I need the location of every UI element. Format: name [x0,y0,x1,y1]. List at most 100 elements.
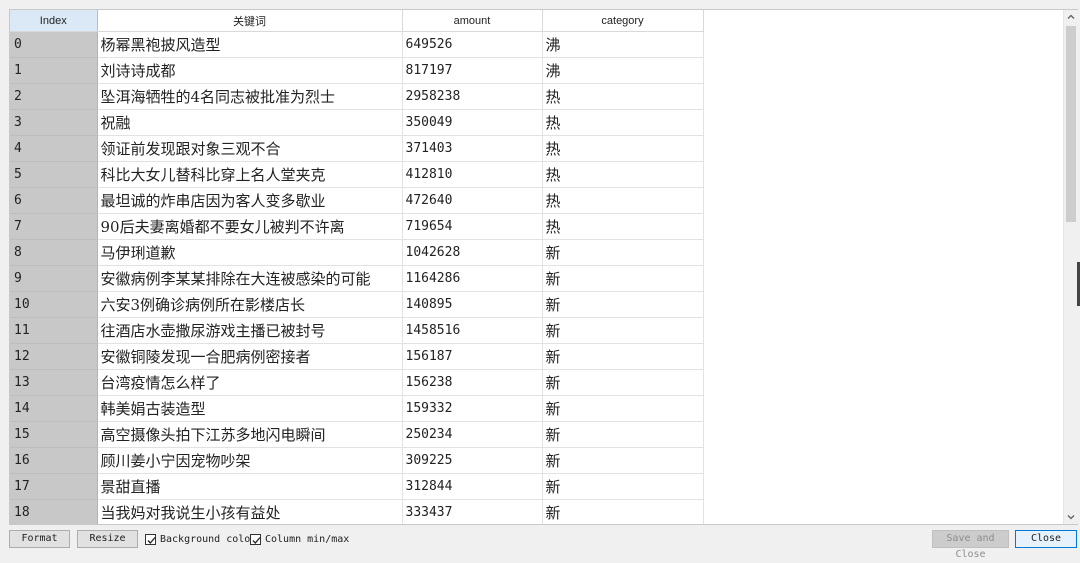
column-header-amount[interactable]: amount [402,10,543,32]
amount-cell[interactable]: 1458516 [402,317,543,344]
row-index-cell[interactable]: 0 [10,31,98,58]
resize-button[interactable]: Resize [77,530,138,548]
column-header-keyword[interactable]: 关键词 [97,10,403,32]
table-row[interactable]: 0 杨幂黑袍披风造型 649526 沸 [10,31,704,58]
keyword-cell[interactable]: 最坦诚的炸串店因为客人变多歇业 [97,187,403,214]
category-cell[interactable]: 热 [542,109,704,136]
table-row[interactable]: 8 马伊琍道歉 1042628 新 [10,239,704,266]
table-row[interactable]: 16 顾川姜小宁因宠物吵架 309225 新 [10,447,704,474]
category-cell[interactable]: 沸 [542,57,704,84]
keyword-cell[interactable]: 当我妈对我说生小孩有益处 [97,499,403,524]
amount-cell[interactable]: 2958238 [402,83,543,110]
table-row[interactable]: 15 高空摄像头拍下江苏多地闪电瞬间 250234 新 [10,421,704,448]
keyword-cell[interactable]: 领证前发现跟对象三观不合 [97,135,403,162]
table-row[interactable]: 3 祝融 350049 热 [10,109,704,136]
column-header-category[interactable]: category [542,10,704,32]
amount-cell[interactable]: 1164286 [402,265,543,292]
table-row[interactable]: 11 往酒店水壶撒尿游戏主播已被封号 1458516 新 [10,317,704,344]
amount-cell[interactable]: 156238 [402,369,543,396]
table-row[interactable]: 10 六安3例确诊病例所在影楼店长 140895 新 [10,291,704,318]
row-index-cell[interactable]: 7 [10,213,98,240]
keyword-cell[interactable]: 景甜直播 [97,473,403,500]
table-row[interactable]: 4 领证前发现跟对象三观不合 371403 热 [10,135,704,162]
category-cell[interactable]: 新 [542,369,704,396]
row-index-cell[interactable]: 17 [10,473,98,500]
row-index-cell[interactable]: 18 [10,499,98,524]
category-cell[interactable]: 热 [542,187,704,214]
table-row[interactable]: 9 安徽病例李某某排除在大连被感染的可能 1164286 新 [10,265,704,292]
row-index-cell[interactable]: 1 [10,57,98,84]
keyword-cell[interactable]: 马伊琍道歉 [97,239,403,266]
table-row[interactable]: 14 韩美娟古装造型 159332 新 [10,395,704,422]
row-index-cell[interactable]: 4 [10,135,98,162]
table-row[interactable]: 18 当我妈对我说生小孩有益处 333437 新 [10,499,704,524]
keyword-cell[interactable]: 科比大女儿替科比穿上名人堂夹克 [97,161,403,188]
table-row[interactable]: 1 刘诗诗成都 817197 沸 [10,57,704,84]
row-index-cell[interactable]: 15 [10,421,98,448]
table-row[interactable]: 12 安徽铜陵发现一合肥病例密接者 156187 新 [10,343,704,370]
dataframe-grid[interactable]: Index 关键词 amount category 0 杨幂黑袍披风造型 64952… [9,9,1078,525]
background-color-checkbox-group[interactable]: Background color [145,533,256,546]
keyword-cell[interactable]: 顾川姜小宁因宠物吵架 [97,447,403,474]
row-index-cell[interactable]: 10 [10,291,98,318]
table-row[interactable]: 5 科比大女儿替科比穿上名人堂夹克 412810 热 [10,161,704,188]
chevron-down-icon[interactable] [1064,510,1078,524]
format-button[interactable]: Format [9,530,70,548]
category-cell[interactable]: 新 [542,239,704,266]
category-cell[interactable]: 热 [542,83,704,110]
keyword-cell[interactable]: 往酒店水壶撒尿游戏主播已被封号 [97,317,403,344]
row-index-cell[interactable]: 8 [10,239,98,266]
amount-cell[interactable]: 350049 [402,109,543,136]
row-index-cell[interactable]: 16 [10,447,98,474]
table-row[interactable]: 2 坠洱海牺牲的4名同志被批准为烈士 2958238 热 [10,83,704,110]
amount-cell[interactable]: 159332 [402,395,543,422]
amount-cell[interactable]: 309225 [402,447,543,474]
row-index-cell[interactable]: 6 [10,187,98,214]
column-minmax-checkbox-group[interactable]: Column min/max [250,533,349,546]
keyword-cell[interactable]: 坠洱海牺牲的4名同志被批准为烈士 [97,83,403,110]
amount-cell[interactable]: 412810 [402,161,543,188]
category-cell[interactable]: 新 [542,291,704,318]
column-header-index[interactable]: Index [10,10,98,32]
category-cell[interactable]: 新 [542,265,704,292]
amount-cell[interactable]: 250234 [402,421,543,448]
category-cell[interactable]: 热 [542,213,704,240]
scrollbar-thumb[interactable] [1066,26,1076,222]
row-index-cell[interactable]: 11 [10,317,98,344]
chevron-up-icon[interactable] [1064,10,1078,24]
keyword-cell[interactable]: 韩美娟古装造型 [97,395,403,422]
row-index-cell[interactable]: 12 [10,343,98,370]
keyword-cell[interactable]: 刘诗诗成都 [97,57,403,84]
vertical-scrollbar[interactable] [1063,10,1078,524]
category-cell[interactable]: 沸 [542,31,704,58]
keyword-cell[interactable]: 祝融 [97,109,403,136]
row-index-cell[interactable]: 9 [10,265,98,292]
keyword-cell[interactable]: 安徽病例李某某排除在大连被感染的可能 [97,265,403,292]
row-index-cell[interactable]: 3 [10,109,98,136]
row-index-cell[interactable]: 5 [10,161,98,188]
keyword-cell[interactable]: 台湾疫情怎么样了 [97,369,403,396]
category-cell[interactable]: 新 [542,343,704,370]
keyword-cell[interactable]: 六安3例确诊病例所在影楼店长 [97,291,403,318]
keyword-cell[interactable]: 高空摄像头拍下江苏多地闪电瞬间 [97,421,403,448]
row-index-cell[interactable]: 14 [10,395,98,422]
category-cell[interactable]: 热 [542,135,704,162]
keyword-cell[interactable]: 杨幂黑袍披风造型 [97,31,403,58]
category-cell[interactable]: 新 [542,317,704,344]
table-row[interactable]: 7 90后夫妻离婚都不要女儿被判不许离 719654 热 [10,213,704,240]
background-color-checkbox[interactable] [145,534,156,545]
category-cell[interactable]: 热 [542,161,704,188]
amount-cell[interactable]: 472640 [402,187,543,214]
row-index-cell[interactable]: 13 [10,369,98,396]
keyword-cell[interactable]: 90后夫妻离婚都不要女儿被判不许离 [97,213,403,240]
category-cell[interactable]: 新 [542,447,704,474]
table-row[interactable]: 17 景甜直播 312844 新 [10,473,704,500]
amount-cell[interactable]: 156187 [402,343,543,370]
close-button[interactable]: Close [1015,530,1077,548]
amount-cell[interactable]: 333437 [402,499,543,524]
amount-cell[interactable]: 649526 [402,31,543,58]
amount-cell[interactable]: 719654 [402,213,543,240]
row-index-cell[interactable]: 2 [10,83,98,110]
keyword-cell[interactable]: 安徽铜陵发现一合肥病例密接者 [97,343,403,370]
amount-cell[interactable]: 312844 [402,473,543,500]
